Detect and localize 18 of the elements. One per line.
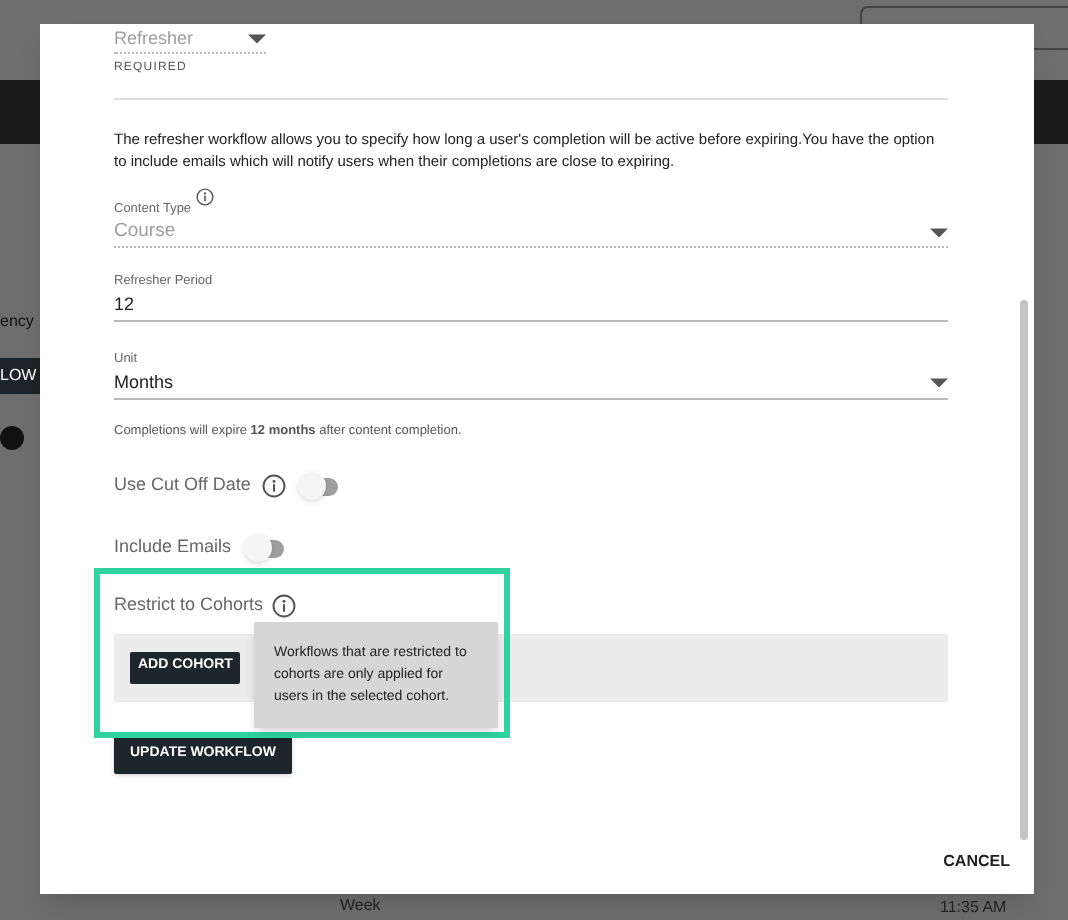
info-icon[interactable] — [271, 593, 296, 618]
column-label: ency — [0, 310, 34, 334]
caret-icon — [930, 378, 948, 389]
caret-icon — [930, 227, 948, 238]
caret-icon — [248, 34, 266, 44]
toggle-switch[interactable] — [243, 534, 284, 562]
info-icon[interactable] — [262, 474, 287, 498]
toggle-label: Include Emails — [114, 534, 232, 561]
refresher-period-input[interactable]: 12 — [114, 291, 948, 321]
table-cell: 11:35 AM — [940, 896, 1007, 920]
unit-select[interactable]: Months — [114, 368, 948, 401]
cohorts-label: Restrict to Cohorts — [114, 592, 264, 618]
table-cell: Week — [340, 894, 381, 918]
info-icon[interactable] — [195, 188, 214, 206]
toggle-switch[interactable] — [298, 472, 339, 500]
cancel-button[interactable]: CANCEL — [943, 850, 1010, 874]
toggle-label: Use Cut Off Date — [114, 472, 251, 499]
workflow-button[interactable]: LOW — [0, 358, 40, 394]
